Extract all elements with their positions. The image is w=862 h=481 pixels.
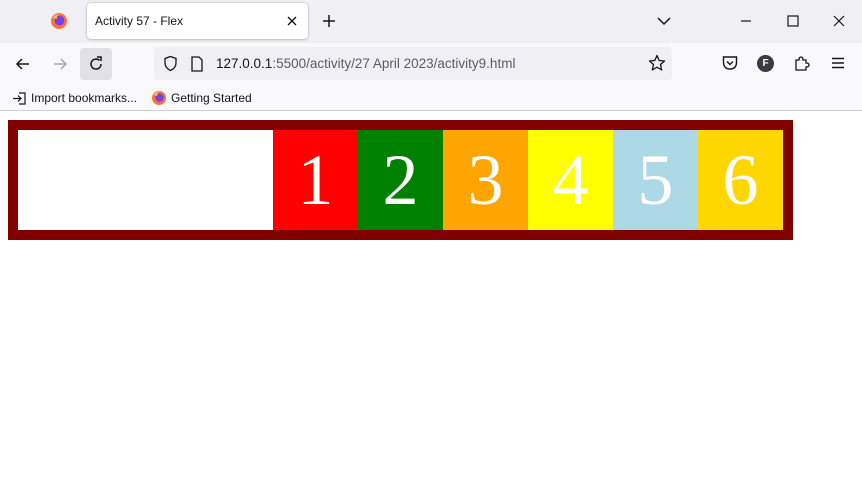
bookmark-label: Import bookmarks... bbox=[31, 91, 138, 105]
flex-item-3: 3 bbox=[443, 130, 528, 230]
minimize-icon[interactable] bbox=[738, 13, 754, 29]
flex-item-2: 2 bbox=[358, 130, 443, 230]
flex-item-1: 1 bbox=[273, 130, 358, 230]
page-content: 1 2 3 4 5 6 bbox=[0, 112, 862, 481]
page-icon[interactable] bbox=[190, 56, 204, 72]
bookmark-import[interactable]: Import bookmarks... bbox=[12, 89, 137, 107]
url-text[interactable]: 127.0.0.1:5500/activity/27 April 2023/ac… bbox=[216, 56, 515, 71]
forward-button[interactable] bbox=[44, 48, 76, 80]
tab-strip: Activity 57 - Flex bbox=[0, 0, 862, 43]
back-button[interactable] bbox=[7, 48, 39, 80]
reload-icon bbox=[90, 56, 102, 70]
arrow-left-icon bbox=[15, 58, 29, 70]
bookmark-label: Getting Started bbox=[171, 91, 252, 105]
maximize-icon[interactable] bbox=[785, 13, 801, 29]
arrow-right-icon bbox=[54, 58, 68, 70]
close-icon[interactable] bbox=[285, 14, 299, 28]
pocket-icon[interactable] bbox=[721, 54, 739, 72]
reload-button[interactable] bbox=[80, 48, 112, 80]
url-host: 127.0.0.1 bbox=[216, 56, 273, 71]
bookmark-getting-started[interactable]: Getting Started bbox=[151, 89, 252, 107]
shield-icon[interactable] bbox=[162, 55, 179, 72]
firefox-icon[interactable] bbox=[50, 12, 68, 30]
plus-icon[interactable] bbox=[320, 12, 338, 30]
profile-avatar[interactable]: F bbox=[757, 55, 774, 72]
url-path: :5500/activity/27 April 2023/activity9.h… bbox=[272, 56, 516, 71]
flex-container: 1 2 3 4 5 6 bbox=[8, 120, 793, 240]
bookmarks-toolbar: Import bookmarks... Getting Started bbox=[0, 85, 862, 111]
star-icon[interactable] bbox=[648, 54, 666, 72]
extensions-icon[interactable] bbox=[793, 54, 811, 72]
address-bar[interactable]: 127.0.0.1:5500/activity/27 April 2023/ac… bbox=[154, 47, 672, 80]
flex-item-4: 4 bbox=[528, 130, 613, 230]
flex-item-5: 5 bbox=[613, 130, 698, 230]
hamburger-menu-icon[interactable] bbox=[830, 55, 846, 71]
window-close-icon[interactable] bbox=[831, 13, 847, 29]
tab-title: Activity 57 - Flex bbox=[95, 14, 184, 28]
chevron-down-icon[interactable] bbox=[655, 12, 673, 30]
firefox-icon bbox=[152, 91, 166, 105]
tab-active[interactable]: Activity 57 - Flex bbox=[87, 3, 308, 39]
flex-inner: 1 2 3 4 5 6 bbox=[18, 130, 783, 230]
flex-item-6: 6 bbox=[698, 130, 783, 230]
import-icon bbox=[13, 91, 26, 105]
